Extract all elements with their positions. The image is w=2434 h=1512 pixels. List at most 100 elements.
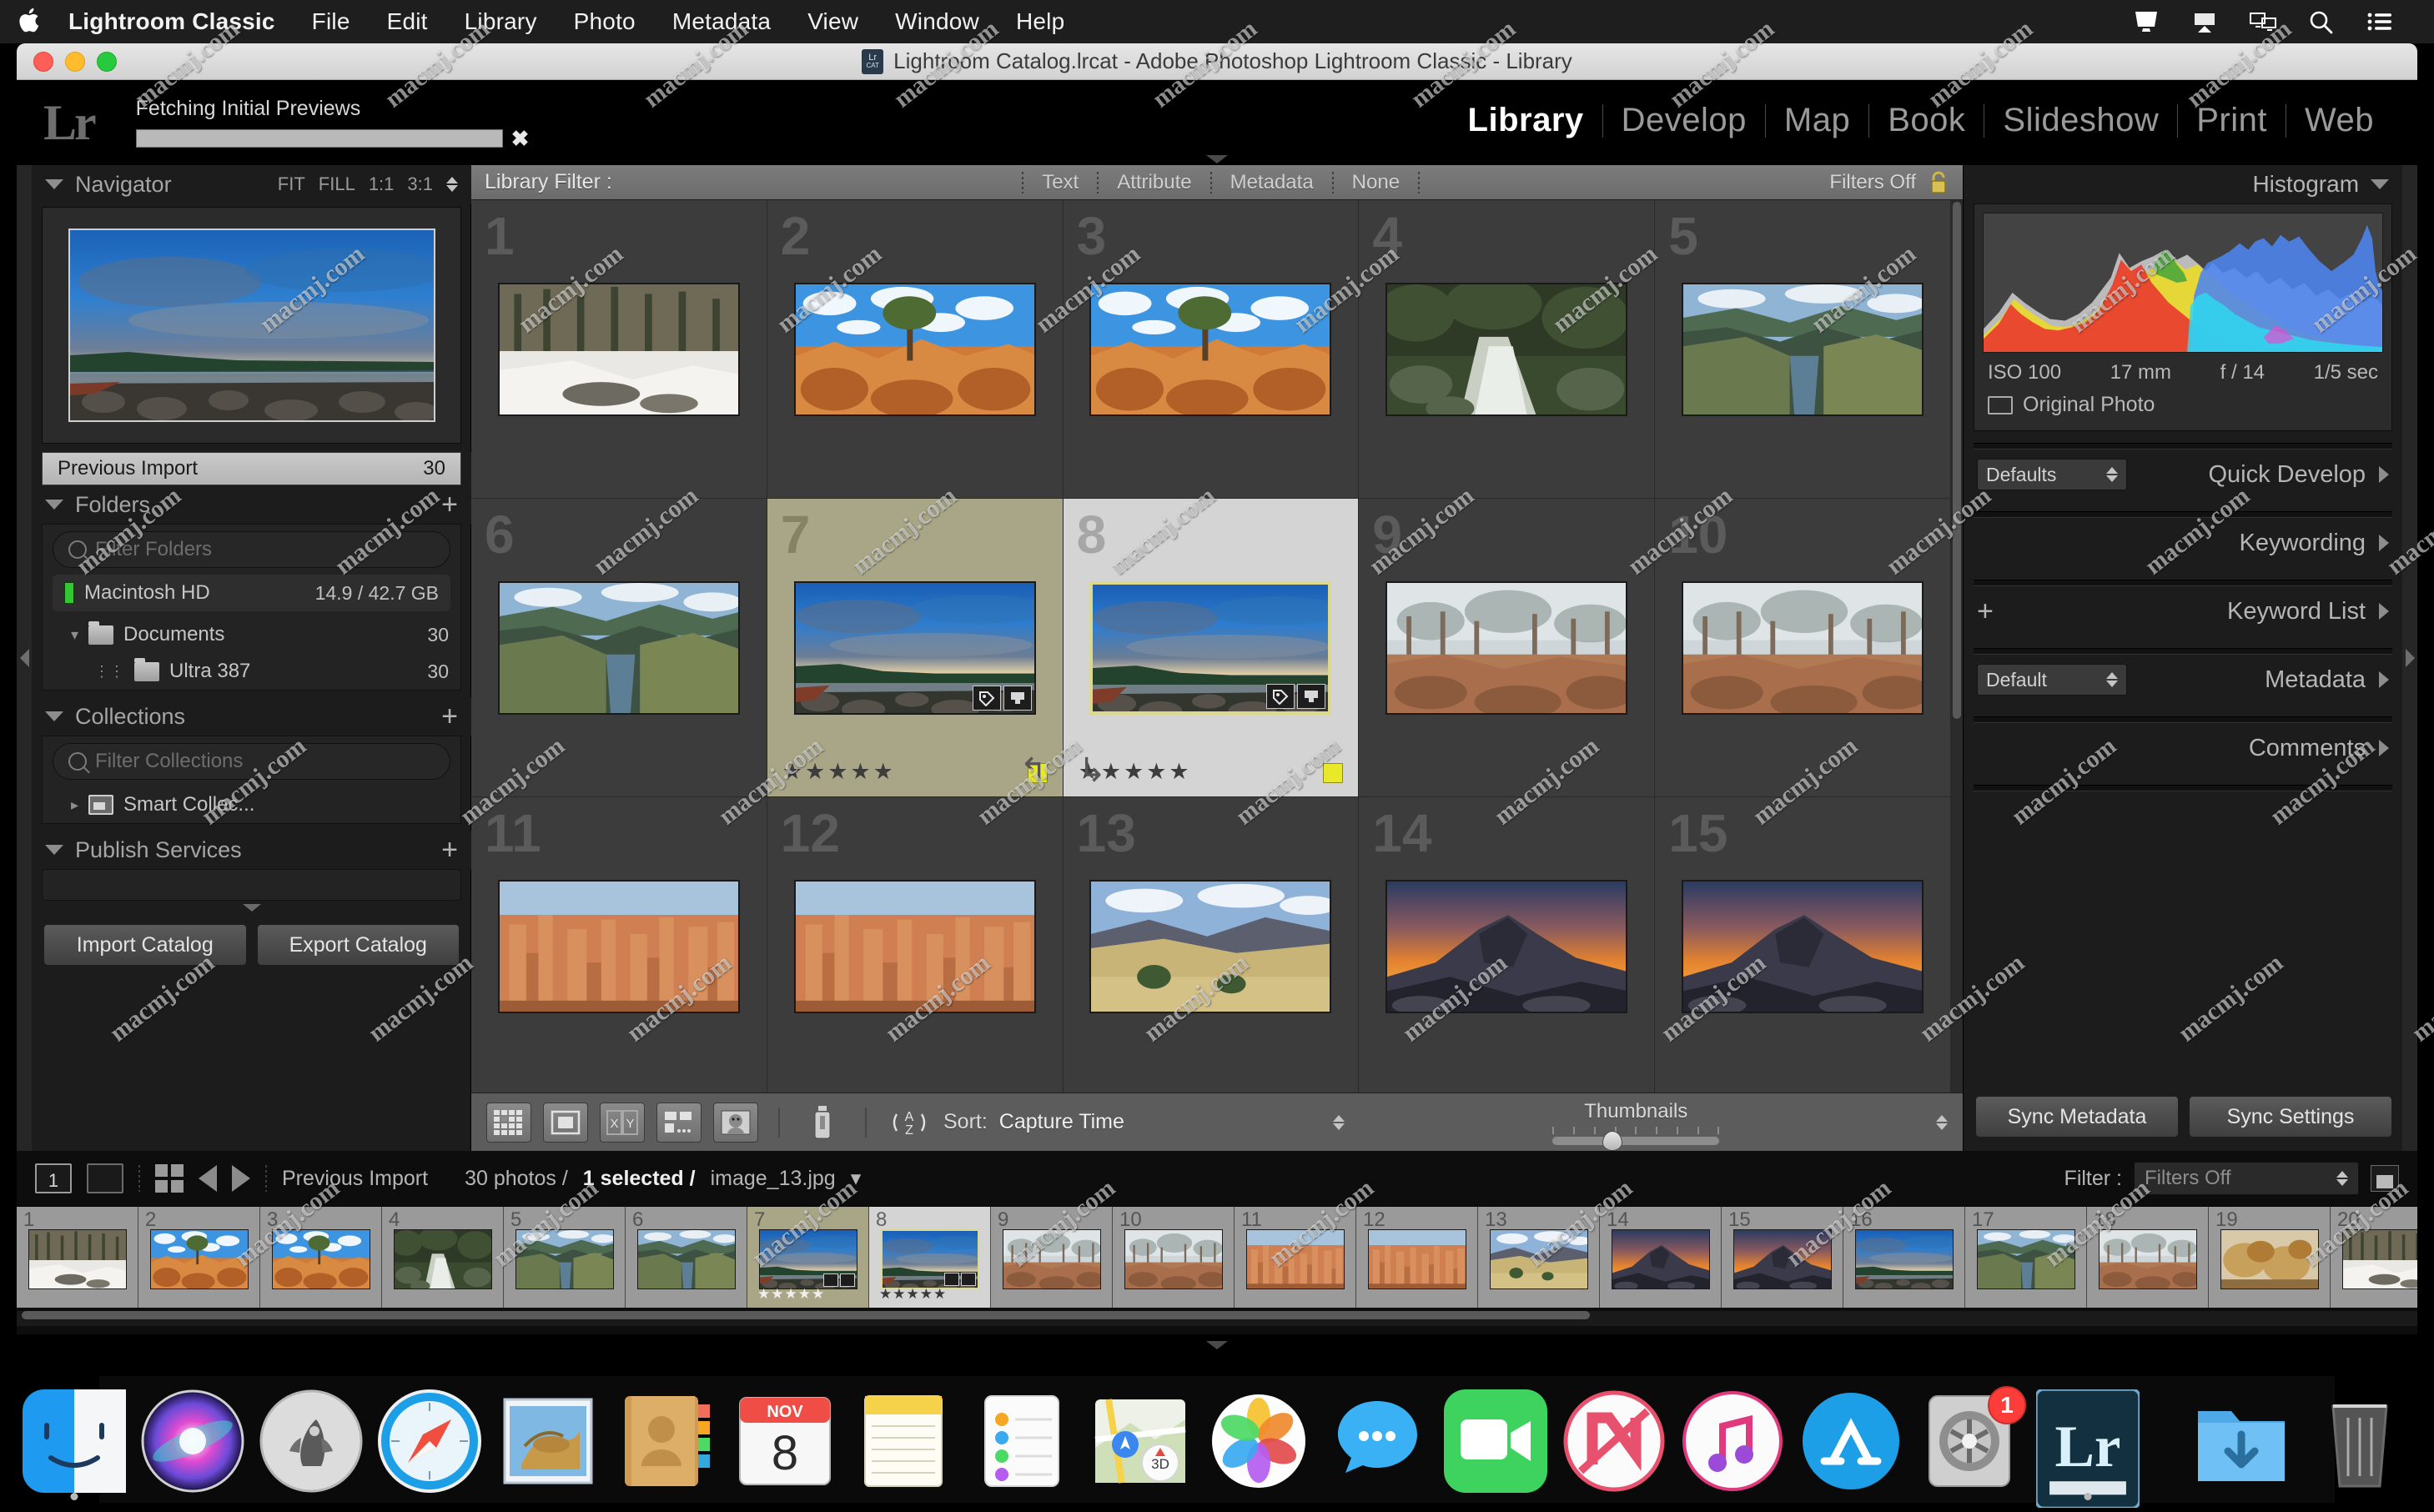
zoom-fit[interactable]: FIT <box>278 173 305 195</box>
current-filename[interactable]: image_13.jpg <box>711 1167 836 1191</box>
grid-cell[interactable]: 14 <box>1359 797 1655 1093</box>
filmstrip-options-icon[interactable] <box>2371 1165 2399 1192</box>
dock-item-trash[interactable] <box>2308 1389 2411 1493</box>
filmstrip-cell[interactable]: 3 <box>260 1207 382 1308</box>
loupe-view-icon[interactable] <box>543 1103 588 1143</box>
menu-lightroom-classic[interactable]: Lightroom Classic <box>65 8 294 35</box>
add-keyword-button[interactable]: + <box>1977 597 1994 625</box>
chevron-down-icon[interactable]: ▾ <box>851 1166 862 1191</box>
filmstrip-thumbnail[interactable] <box>759 1229 857 1289</box>
filmstrip-cell[interactable]: 15 <box>1722 1207 1843 1308</box>
histogram-header[interactable]: Histogram <box>1964 165 2402 203</box>
filmstrip-cell[interactable]: 18 <box>2087 1207 2209 1308</box>
zoom-fill[interactable]: FILL <box>319 173 355 195</box>
quick-develop-header[interactable]: Defaults Quick Develop <box>1964 450 2402 500</box>
filmstrip-scrollbar[interactable] <box>17 1311 2417 1326</box>
keyword-badge-icon[interactable] <box>823 1273 838 1287</box>
filmstrip-thumbnail[interactable] <box>2220 1229 2319 1289</box>
keyword-badge-icon[interactable] <box>944 1273 959 1286</box>
grid-scrollbar[interactable] <box>1951 200 1963 1093</box>
grid-thumbnail[interactable] <box>1089 283 1331 416</box>
folder-documents[interactable]: ▾ Documents 30 <box>43 616 460 653</box>
chevron-right-icon[interactable]: ▸ <box>71 796 78 814</box>
dock-item-photos[interactable] <box>1207 1389 1310 1493</box>
module-develop[interactable]: Develop <box>1603 102 1765 139</box>
search-icon[interactable] <box>2307 8 2336 35</box>
filmstrip-thumbnail[interactable] <box>1490 1229 1588 1289</box>
crop-badge-icon[interactable] <box>840 1273 855 1287</box>
disclosure-triangle-icon[interactable] <box>2371 179 2389 189</box>
screen-mirroring-icon[interactable] <box>2249 8 2277 35</box>
filmstrip-cell[interactable]: 17 <box>1965 1207 2087 1308</box>
grid-thumbnail[interactable] <box>1089 880 1331 1013</box>
grid-cell[interactable]: 2 <box>767 200 1064 499</box>
display-icon[interactable] <box>2132 8 2160 35</box>
filmstrip-thumbnail[interactable] <box>637 1229 736 1289</box>
filmstrip-filter-dropdown[interactable]: Filters Off <box>2134 1162 2359 1195</box>
zoom-3-1[interactable]: 3:1 <box>407 173 433 195</box>
sync-settings-button[interactable]: Sync Settings <box>2189 1096 2392 1138</box>
dock-item-calendar[interactable]: NOV8 <box>733 1389 837 1493</box>
histogram-graph[interactable] <box>1983 213 2383 353</box>
filmstrip-cell[interactable]: 9 <box>991 1207 1113 1308</box>
disclosure-triangle-icon[interactable] <box>2379 740 2389 756</box>
lightroom-logo[interactable]: Lr <box>17 94 94 152</box>
zoom-1-1[interactable]: 1:1 <box>369 173 395 195</box>
folder-volume-macintosh-hd[interactable]: Macintosh HD 14.9 / 42.7 GB <box>53 575 450 611</box>
menu-view[interactable]: View <box>789 8 877 35</box>
filmstrip-source[interactable]: Previous Import <box>282 1167 428 1191</box>
left-panel-toggle[interactable] <box>17 165 32 1151</box>
dock-item-facetime[interactable] <box>1444 1389 1547 1493</box>
grid-thumbnail[interactable] <box>498 581 740 715</box>
dock-item-app-store[interactable] <box>1799 1389 1903 1493</box>
dock-item-downloads-folder[interactable] <box>2190 1389 2293 1493</box>
grid-cell[interactable]: 11 <box>471 797 767 1093</box>
menu-window[interactable]: Window <box>877 8 998 35</box>
top-panel-toggle[interactable] <box>1206 155 1228 163</box>
go-forward-icon[interactable] <box>232 1165 250 1192</box>
color-label[interactable] <box>1323 763 1343 783</box>
star-rating[interactable]: ★★★★★ <box>782 759 896 785</box>
filmstrip-cell[interactable]: 8 ★★★★★ <box>869 1207 991 1308</box>
right-panel-toggle[interactable] <box>2402 165 2417 1151</box>
filter-tab-metadata[interactable]: Metadata <box>1212 171 1332 194</box>
module-map[interactable]: Map <box>1766 102 1868 139</box>
disclosure-triangle-icon[interactable] <box>2379 671 2389 688</box>
comments-header[interactable]: Comments <box>1964 723 2402 773</box>
filmstrip-thumbnail[interactable] <box>272 1229 370 1289</box>
second-window-icon[interactable] <box>87 1163 123 1193</box>
metadata-header[interactable]: Default Metadata <box>1964 655 2402 705</box>
lock-icon[interactable] <box>1928 170 1949 195</box>
filmstrip-thumbnail[interactable] <box>1124 1229 1223 1289</box>
disclosure-triangle-icon[interactable] <box>2379 535 2389 551</box>
filmstrip-thumbnail[interactable] <box>1612 1229 1710 1289</box>
grid-thumbnail[interactable] <box>1385 581 1627 715</box>
add-publish-service-button[interactable]: + <box>441 836 458 864</box>
filmstrip-thumbnail[interactable] <box>2099 1229 2197 1289</box>
menu-metadata[interactable]: Metadata <box>654 8 789 35</box>
sort-az-icon[interactable]: AZ <box>887 1103 932 1143</box>
filmstrip-thumbnail[interactable] <box>515 1229 614 1289</box>
quick-develop-preset-dropdown[interactable]: Defaults <box>1977 459 2127 490</box>
metadata-preset-dropdown[interactable]: Default <box>1977 664 2127 696</box>
filter-tab-attribute[interactable]: Attribute <box>1099 171 1209 194</box>
filmstrip-cell[interactable]: 19 <box>2209 1207 2331 1308</box>
grid-thumbnail[interactable] <box>794 581 1036 715</box>
survey-view-icon[interactable] <box>656 1103 702 1143</box>
grid-cell[interactable]: 4 <box>1359 200 1655 499</box>
crop-badge-icon[interactable] <box>1297 684 1325 709</box>
disclosure-triangle-icon[interactable] <box>2379 466 2389 483</box>
keyword-badge-icon[interactable] <box>973 686 1001 711</box>
grid-thumbnail[interactable] <box>1682 283 1924 416</box>
navigator-preview[interactable] <box>42 207 461 444</box>
dock-item-mail[interactable] <box>496 1389 600 1493</box>
filmstrip-cell[interactable]: 1 <box>17 1207 138 1308</box>
dock-item-notes[interactable] <box>852 1389 955 1493</box>
grid-view-icon[interactable] <box>486 1103 531 1143</box>
menu-photo[interactable]: Photo <box>556 8 654 35</box>
dock-item-finder[interactable] <box>23 1389 126 1493</box>
filmstrip-thumbnail[interactable] <box>394 1229 492 1289</box>
people-view-icon[interactable] <box>713 1103 758 1143</box>
progress-cancel-icon[interactable]: ✖ <box>511 128 530 149</box>
spray-can-icon[interactable] <box>800 1103 845 1143</box>
